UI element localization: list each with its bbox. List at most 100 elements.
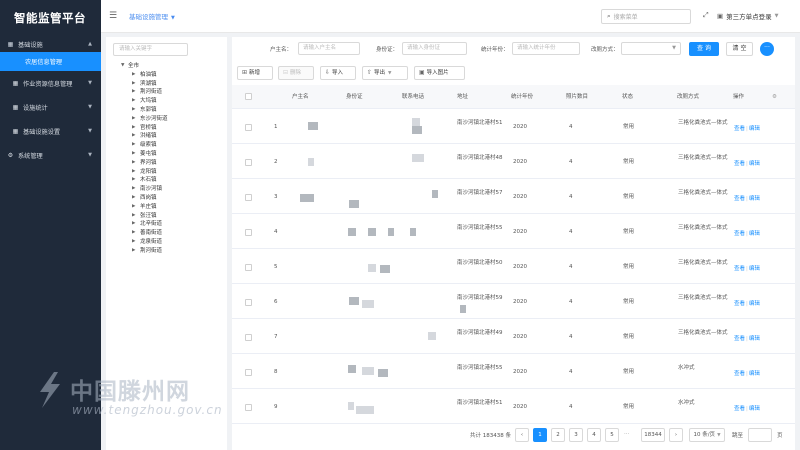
table-row[interactable]: 4 南沙河镇北港村55 2020 4 常用 三格化粪池式—体式 查看|编辑 <box>232 215 795 249</box>
tree-node[interactable]: ▶ 界河镇 <box>106 159 227 168</box>
tree-node[interactable]: ▶ 大坞镇 <box>106 97 227 106</box>
jump-page-input[interactable] <box>748 428 772 442</box>
redacted-value <box>412 126 422 134</box>
view-link[interactable]: 查看 <box>734 196 745 202</box>
edit-link[interactable]: 编辑 <box>749 266 760 272</box>
tree-node[interactable]: ▶ 级索镇 <box>106 141 227 150</box>
export-button[interactable]: ⇧ 导出 ▼ <box>362 66 408 80</box>
table-row[interactable]: 7 南沙河镇北港村49 2020 4 常用 三格化粪池式—体式 查看|编辑 <box>232 320 795 354</box>
user-menu[interactable]: ▣ 第三方单点登录 ▼ <box>717 11 779 21</box>
row-checkbox[interactable] <box>245 334 252 341</box>
edit-link[interactable]: 编辑 <box>749 371 760 377</box>
view-link[interactable]: 查看 <box>734 336 745 342</box>
menu-toggle-icon[interactable]: ☰ <box>109 11 119 21</box>
edit-link[interactable]: 编辑 <box>749 301 760 307</box>
tree-node[interactable]: ▶ 荆河街道 <box>106 88 227 97</box>
row-number: 4 <box>274 229 278 235</box>
prev-page-button[interactable]: ‹ <box>515 428 529 442</box>
edit-link[interactable]: 编辑 <box>749 161 760 167</box>
table-row[interactable]: 5 南沙河镇北港村50 2020 4 常用 三格化粪池式—体式 查看|编辑 <box>232 250 795 284</box>
tree-node[interactable]: ▶ 东沙河街道 <box>106 115 227 124</box>
tree-node[interactable]: ▶ 善南街道 <box>106 229 227 238</box>
table-row[interactable]: 3 南沙河镇北港村57 2020 4 常用 三格化粪池式—体式 查看|编辑 <box>232 180 795 214</box>
import-image-button[interactable]: ▣ 导入图片 <box>414 66 465 80</box>
last-page-button[interactable]: 18344 <box>641 428 665 442</box>
sidebar-group-system[interactable]: ⚙ 系统管理 ▼ <box>0 143 101 167</box>
row-checkbox[interactable] <box>245 369 252 376</box>
next-page-button[interactable]: › <box>669 428 683 442</box>
page-button[interactable]: 3 <box>569 428 583 442</box>
import-button[interactable]: ⇩ 导入 <box>320 66 356 80</box>
view-link[interactable]: 查看 <box>734 126 745 132</box>
add-button[interactable]: ⊞ 新增 <box>237 66 273 80</box>
tree-node[interactable]: ▶ 柏油镇 <box>106 71 227 80</box>
page-button[interactable]: 5 <box>605 428 619 442</box>
view-link[interactable]: 查看 <box>734 231 745 237</box>
tree-node[interactable]: ▶ 龙泉街道 <box>106 238 227 247</box>
row-checkbox[interactable] <box>245 124 252 131</box>
row-checkbox[interactable] <box>245 194 252 201</box>
edit-link[interactable]: 编辑 <box>749 126 760 132</box>
table-row[interactable]: 6 南沙河镇北港村59 2020 4 常用 三格化粪池式—体式 查看|编辑 <box>232 285 795 319</box>
table-row[interactable]: 8 南沙河镇北港村55 2020 4 常用 水冲式 查看|编辑 <box>232 355 795 389</box>
clear-button[interactable]: 清 空 <box>726 42 753 56</box>
table-row[interactable]: 1 南沙河镇北港村51 2020 4 常用 三格化粪池式—体式 查看|编辑 <box>232 110 795 144</box>
page-button[interactable]: 2 <box>551 428 565 442</box>
tree-node[interactable]: ▶ 张汪镇 <box>106 212 227 221</box>
table-row[interactable]: 2 南沙河镇北港村48 2020 4 常用 三格化粪池式—体式 查看|编辑 <box>232 145 795 179</box>
tree-node[interactable]: ▶ 洪绪镇 <box>106 132 227 141</box>
fullscreen-icon[interactable]: ⤢ <box>703 11 709 20</box>
query-button[interactable]: 查 询 <box>689 42 719 56</box>
edit-link[interactable]: 编辑 <box>749 336 760 342</box>
view-link[interactable]: 查看 <box>734 406 745 412</box>
caret-right-icon: ▶ <box>132 80 136 86</box>
edit-link[interactable]: 编辑 <box>749 196 760 202</box>
tree-node[interactable]: ▶ 木石镇 <box>106 176 227 185</box>
column-header-actions: 操作 <box>733 94 745 100</box>
id-input[interactable]: 请输入身份证 <box>402 42 467 55</box>
tree-node[interactable]: ▶ 滨湖镇 <box>106 80 227 89</box>
tree-node[interactable]: ▶ 北辛街道 <box>106 220 227 229</box>
tree-node[interactable]: ▶ 西岗镇 <box>106 194 227 203</box>
tree-node[interactable]: ▶ 南沙河镇 <box>106 185 227 194</box>
view-link[interactable]: 查看 <box>734 161 745 167</box>
tree-search-input[interactable]: 请输入关键字 <box>113 43 188 56</box>
row-checkbox[interactable] <box>245 404 252 411</box>
view-link[interactable]: 查看 <box>734 301 745 307</box>
select-all-checkbox[interactable] <box>245 93 252 100</box>
tree-node[interactable]: ▶ 荆河街道 <box>106 247 227 256</box>
caret-right-icon: ▶ <box>132 230 136 236</box>
column-settings-icon[interactable]: ⚙ <box>772 85 777 109</box>
page-button[interactable]: 1 <box>533 428 547 442</box>
sidebar-group-statistics[interactable]: ▦ 设施统计 ▼ <box>0 95 101 119</box>
row-checkbox[interactable] <box>245 299 252 306</box>
menu-search-input[interactable]: ⌕ 搜索菜单 <box>601 9 691 24</box>
year-input[interactable]: 请输入统计年份 <box>512 42 580 55</box>
method-select[interactable]: ▼ <box>621 42 681 55</box>
edit-link[interactable]: 编辑 <box>749 231 760 237</box>
tree-node[interactable]: ▶ 姜屯镇 <box>106 150 227 159</box>
tree-node[interactable]: ▶ 羊庄镇 <box>106 203 227 212</box>
page-ellipsis[interactable]: ··· <box>624 431 629 437</box>
tree-node[interactable]: ▶ 官桥镇 <box>106 124 227 133</box>
tree-node[interactable]: ▶ 东郭镇 <box>106 106 227 115</box>
sidebar-item-farmhouse-info[interactable]: 农居信息管理 <box>0 52 101 71</box>
breadcrumb[interactable]: 基础设施管理 ▼ <box>129 11 175 21</box>
sidebar-group-basic-facilities[interactable]: ▦ 基础设施 ▲ <box>0 36 101 52</box>
edit-link[interactable]: 编辑 <box>749 406 760 412</box>
view-link[interactable]: 查看 <box>734 371 745 377</box>
row-checkbox[interactable] <box>245 229 252 236</box>
more-options-button[interactable]: ··· <box>760 42 774 56</box>
page-size-select[interactable]: 10 条/页 ▼ <box>689 428 725 442</box>
delete-button[interactable]: ⊟ 删除 <box>278 66 314 80</box>
row-checkbox[interactable] <box>245 264 252 271</box>
sidebar-group-settings[interactable]: ▦ 基础设施设置 ▼ <box>0 119 101 143</box>
row-checkbox[interactable] <box>245 159 252 166</box>
tree-node[interactable]: ▶ 龙阳镇 <box>106 168 227 177</box>
tree-node-root[interactable]: ▼ 全市 <box>106 62 227 71</box>
page-button[interactable]: 4 <box>587 428 601 442</box>
sidebar-group-resource-management[interactable]: ▦ 作业资源信息管理 ▼ <box>0 71 101 95</box>
table-row[interactable]: 9 南沙河镇北港村51 2020 4 常用 水冲式 查看|编辑 <box>232 390 795 424</box>
owner-input[interactable]: 请输入户主名 <box>298 42 360 55</box>
view-link[interactable]: 查看 <box>734 266 745 272</box>
